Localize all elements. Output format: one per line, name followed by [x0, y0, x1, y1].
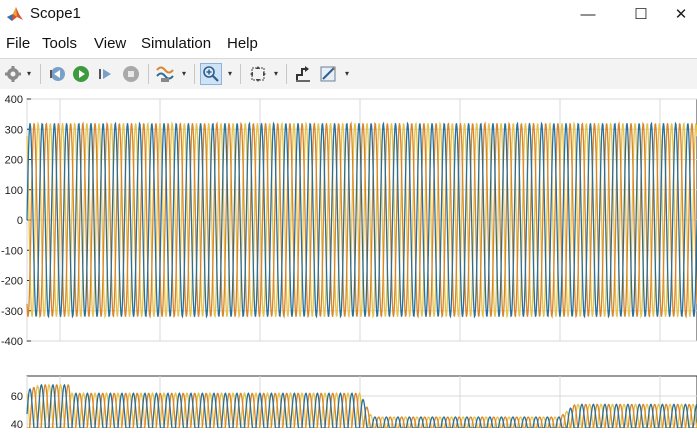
triggers-icon[interactable]	[292, 63, 314, 85]
y-tick-label: -100	[1, 245, 23, 257]
step-back-icon[interactable]	[46, 63, 68, 85]
fit-to-view-icon[interactable]	[247, 63, 269, 85]
minimize-button[interactable]: —	[565, 0, 611, 28]
fit-dropdown-arrow[interactable]: ▾	[274, 69, 278, 78]
y-tick-label: 40	[11, 419, 23, 428]
signal-select-icon[interactable]	[154, 63, 176, 85]
toolbar: ▾ ▾ ▾ ▾ ▾	[0, 58, 697, 90]
title-bar: Scope1 — ☐ ✕	[0, 0, 697, 28]
y-tick-label: 300	[5, 124, 23, 136]
y-tick-label: -300	[1, 306, 23, 318]
measure-dropdown-arrow[interactable]: ▾	[345, 69, 349, 78]
close-button[interactable]: ✕	[665, 0, 697, 28]
menu-view[interactable]: View	[94, 35, 126, 52]
separator	[194, 64, 195, 84]
y-tick-label: 400	[5, 94, 23, 106]
maximize-button[interactable]: ☐	[618, 0, 664, 28]
separator	[240, 64, 241, 84]
menu-bar: File Tools View Simulation Help	[0, 30, 697, 56]
separator	[148, 64, 149, 84]
separator	[286, 64, 287, 84]
menu-tools[interactable]: Tools	[42, 35, 77, 52]
separator	[40, 64, 41, 84]
zoom-in-icon[interactable]	[200, 63, 222, 85]
menu-file[interactable]: File	[6, 35, 30, 52]
menu-simulation[interactable]: Simulation	[141, 35, 211, 52]
signal-dropdown-arrow[interactable]: ▾	[182, 69, 186, 78]
run-icon[interactable]	[70, 63, 92, 85]
matlab-app-icon	[7, 7, 23, 21]
y-tick-label: -200	[1, 276, 23, 288]
y-tick-label: 0	[17, 215, 23, 227]
step-forward-icon[interactable]	[94, 63, 116, 85]
menu-help[interactable]: Help	[227, 35, 258, 52]
scope-plot-area: 400 300 200 100 0 -100 -200 -300 -400 60 40	[0, 89, 697, 433]
zoom-dropdown-arrow[interactable]: ▾	[228, 69, 232, 78]
stop-icon[interactable]	[120, 63, 142, 85]
gear-icon[interactable]	[2, 63, 24, 85]
y-tick-label: 200	[5, 155, 23, 167]
y-tick-label: 100	[5, 185, 23, 197]
cursor-measure-icon[interactable]	[318, 63, 340, 85]
window-title: Scope1	[30, 5, 81, 22]
settings-dropdown-arrow[interactable]: ▾	[27, 69, 31, 78]
y-tick-label: -400	[1, 336, 23, 348]
scope-plot-canvas[interactable]: 400 300 200 100 0 -100 -200 -300 -400 60 40	[0, 89, 697, 433]
y-tick-label: 60	[11, 391, 23, 403]
